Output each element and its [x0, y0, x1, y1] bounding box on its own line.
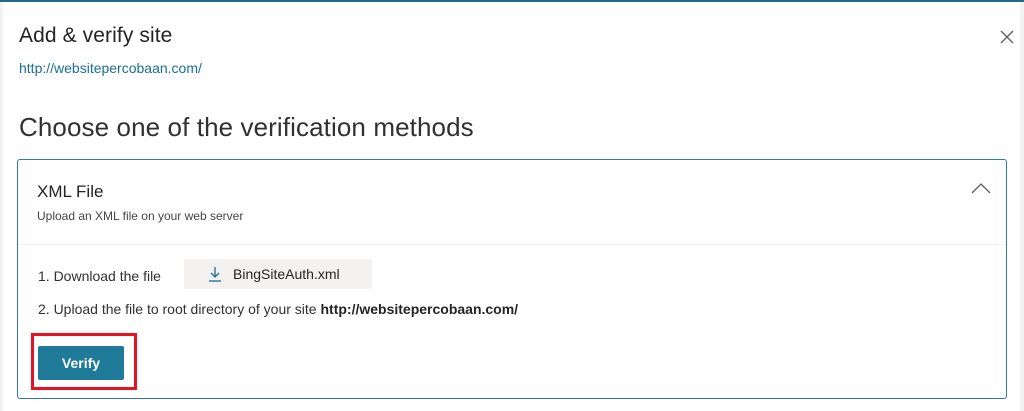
- download-icon: [208, 266, 222, 282]
- close-button[interactable]: [996, 26, 1018, 48]
- download-file-button[interactable]: BingSiteAuth.xml: [184, 259, 372, 289]
- window-top-border: [0, 0, 1024, 2]
- verify-button[interactable]: Verify: [38, 346, 124, 380]
- collapse-button[interactable]: [970, 180, 992, 196]
- chevron-up-icon: [971, 183, 991, 194]
- section-heading: Choose one of the verification methods: [19, 112, 474, 142]
- method-subtitle: Upload an XML file on your web server: [37, 209, 244, 223]
- window-right-edge: [1020, 2, 1024, 411]
- step2-site-url: http://websitepercobaan.com/: [320, 301, 519, 317]
- method-title: XML File: [37, 182, 104, 201]
- step2-prefix: 2. Upload the file to root directory of …: [38, 301, 317, 317]
- dialog-title: Add & verify site: [19, 24, 173, 47]
- step1-label: 1. Download the file: [38, 268, 161, 284]
- window-left-edge: [0, 2, 3, 411]
- card-divider: [18, 244, 1006, 245]
- site-url-link[interactable]: http://websitepercobaan.com/: [19, 60, 202, 76]
- verification-method-card: XML File Upload an XML file on your web …: [17, 159, 1007, 399]
- download-filename: BingSiteAuth.xml: [233, 266, 340, 282]
- close-icon: [1000, 30, 1014, 44]
- step2-instruction: 2. Upload the file to root directory of …: [38, 301, 518, 317]
